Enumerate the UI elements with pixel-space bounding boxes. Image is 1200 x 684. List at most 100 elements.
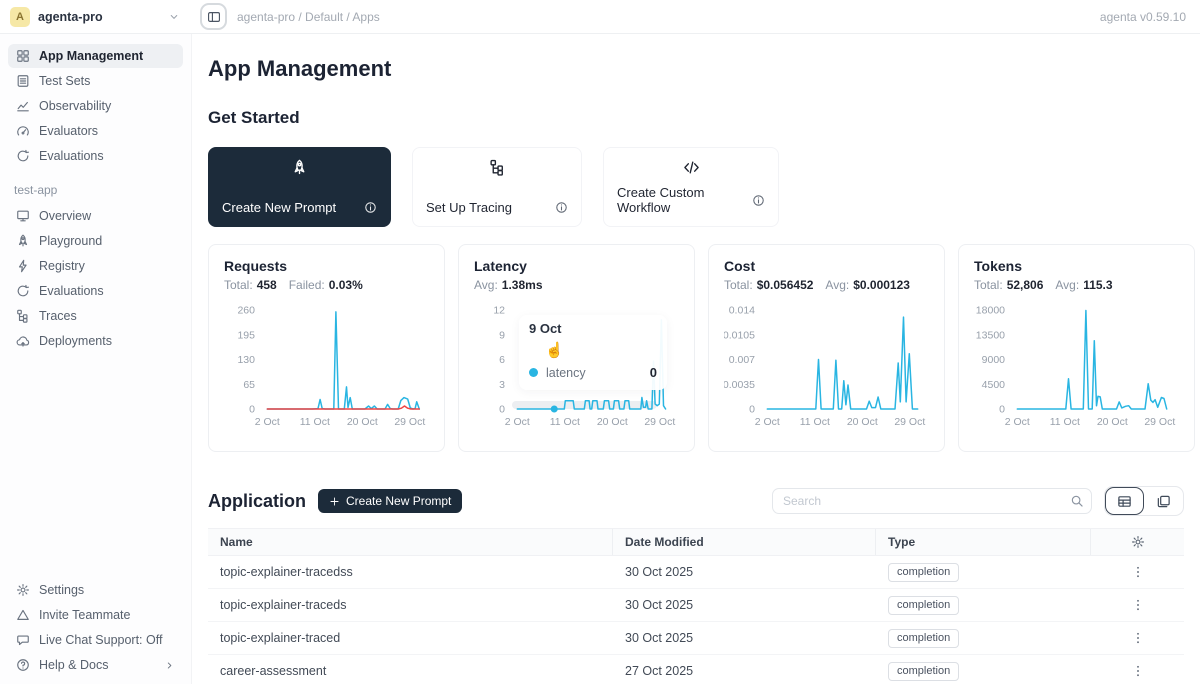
date-modified: 30 Oct 2025 [613,565,876,579]
sidebar-item-help-docs[interactable]: Help & Docs [8,653,183,677]
dots-vertical-icon [1131,565,1145,579]
column-header-name: Name [208,529,613,555]
refresh-icon [16,149,30,163]
chevron-down-icon [168,11,180,23]
search-icon[interactable] [1070,494,1084,508]
table-view-button[interactable] [1105,487,1144,515]
column-settings-icon[interactable] [1131,535,1145,549]
sidebar-item-overview[interactable]: Overview [8,204,183,228]
svg-text:0.0105: 0.0105 [724,329,755,341]
svg-text:11 Oct: 11 Oct [550,416,580,428]
stat-total: Total:458 [224,278,277,292]
actions-cell [1091,664,1184,678]
type-cell: completion [876,596,1091,615]
requests-chart[interactable]: 0651301952602 Oct11 Oct20 Oct29 Oct [224,302,429,429]
sidebar-item-label: Test Sets [39,74,90,88]
type-cell: completion [876,629,1091,648]
actions-cell [1091,565,1184,579]
row-menu-button[interactable] [1103,664,1172,678]
sidebar-item-label: Evaluations [39,149,104,163]
chat-icon [16,633,30,647]
svg-text:11 Oct: 11 Oct [300,416,330,428]
workspace-name: agenta-pro [38,10,103,24]
svg-text:13500: 13500 [976,329,1005,341]
create-new-prompt-button[interactable]: Create New Prompt [318,489,462,513]
sidebar-item-playground[interactable]: Playground [8,229,183,253]
table-row[interactable]: career-assessment27 Oct 2025completion [208,655,1184,684]
date-modified: 30 Oct 2025 [613,598,876,612]
info-icon[interactable] [752,194,765,207]
row-menu-button[interactable] [1103,598,1172,612]
type-cell: completion [876,662,1091,681]
stat-card-title: Cost [724,258,929,274]
column-header-date-modified: Date Modified [613,529,876,555]
cost-chart[interactable]: 00.00350.0070.01050.0142 Oct11 Oct20 Oct… [724,302,929,429]
sidebar-item-evaluations[interactable]: Evaluations [8,279,183,303]
app-name: career-assessment [208,664,613,678]
get-started-title: Get Started [208,108,1184,128]
info-icon[interactable] [364,201,377,214]
sidebar-item-evaluators[interactable]: Evaluators [8,119,183,143]
column-header-type: Type [876,529,1091,555]
workspace-selector[interactable]: A agenta-pro [0,7,192,27]
table-row[interactable]: topic-explainer-tracedss30 Oct 2025compl… [208,556,1184,589]
get-started-card-set-up-tracing[interactable]: Set Up Tracing [412,147,582,227]
sidebar-item-test-sets[interactable]: Test Sets [8,69,183,93]
sidebar-item-deployments[interactable]: Deployments [8,329,183,353]
get-started-card-create-new-prompt[interactable]: Create New Prompt [208,147,391,227]
sidebar-panel-icon [207,10,221,24]
actions-cell [1091,631,1184,645]
sidebar-item-label: Evaluations [39,284,104,298]
stat-card-stats: Avg:1.38ms [474,278,679,292]
stat-card-latency: LatencyAvg:1.38ms0369122 Oct11 Oct20 Oct… [458,244,695,452]
search-input[interactable] [772,488,1092,514]
tokens-chart[interactable]: 04500900013500180002 Oct11 Oct20 Oct29 O… [974,302,1179,429]
stat-avg: Avg:1.38ms [474,278,543,292]
sidebar-item-observability[interactable]: Observability [8,94,183,118]
get-started-card-create-custom-workflow[interactable]: Create Custom Workflow [603,147,779,227]
app-name: topic-explainer-traced [208,631,613,645]
stat-total: Total:$0.056452 [724,278,813,292]
sidebar-item-traces[interactable]: Traces [8,304,183,328]
sidebar-item-live-chat-support-off[interactable]: Live Chat Support: Off [8,628,183,652]
svg-text:29 Oct: 29 Oct [1144,416,1175,428]
sidebar-item-label: Live Chat Support: Off [39,633,162,647]
top-header: A agenta-pro agenta-pro / Default / Apps… [0,0,1200,34]
table-row[interactable]: topic-explainer-traceds30 Oct 2025 comple… [208,589,1184,622]
svg-text:0.014: 0.014 [729,305,755,317]
svg-text:18000: 18000 [976,305,1005,317]
svg-text:195: 195 [237,329,255,341]
card-view-button[interactable] [1144,487,1183,515]
svg-text:12: 12 [493,305,505,317]
plus-icon [329,496,340,507]
sidebar-item-settings[interactable]: Settings [8,578,183,602]
breadcrumb[interactable]: agenta-pro / Default / Apps [237,10,380,24]
type-badge: completion [888,596,959,615]
row-menu-button[interactable] [1103,631,1172,645]
stat-failed: Failed:0.03% [289,278,363,292]
sidebar-item-invite-teammate[interactable]: Invite Teammate [8,603,183,627]
tooltip-series-row: latency0 [529,365,657,380]
info-icon[interactable] [555,201,568,214]
chart-tooltip: 9 Oct☝latency0 [519,315,667,390]
table-row[interactable]: topic-explainer-traced30 Oct 2025complet… [208,622,1184,655]
gear-icon [16,583,30,597]
date-modified: 27 Oct 2025 [613,664,876,678]
stat-card-title: Requests [224,258,429,274]
tooltip-value: 0 [650,365,657,380]
row-menu-button[interactable] [1103,565,1172,579]
svg-text:65: 65 [243,379,255,391]
date-modified: 30 Oct 2025 [613,631,876,645]
refresh-icon [16,284,30,298]
main-content: App Management Get Started Create New Pr… [192,34,1200,684]
stat-card-stats: Total:458 Failed:0.03% [224,278,429,292]
sidebar-item-registry[interactable]: Registry [8,254,183,278]
app-name: topic-explainer-traceds [208,598,613,612]
sidebar-toggle-button[interactable] [200,3,227,30]
sidebar-item-app-management[interactable]: App Management [8,44,183,68]
svg-text:20 Oct: 20 Oct [597,416,628,428]
svg-text:130: 130 [237,354,255,366]
sidebar-item-evaluations[interactable]: Evaluations [8,144,183,168]
applications-table: NameDate ModifiedType topic-explainer-tr… [208,528,1184,684]
cloud-up-icon [16,334,30,348]
